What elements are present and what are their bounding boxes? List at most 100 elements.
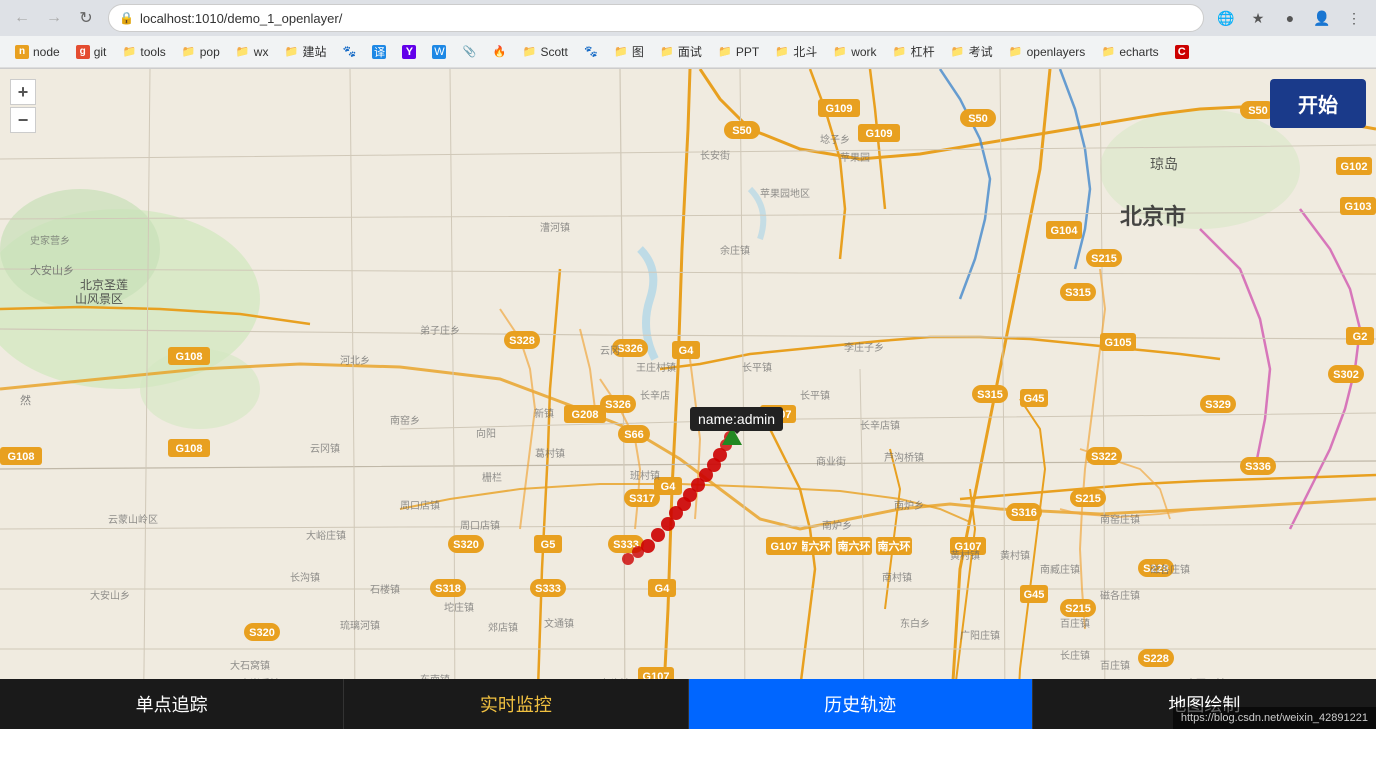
svg-text:然: 然 [20, 393, 31, 407]
svg-text:S50: S50 [1248, 105, 1268, 117]
folder-icon: 📁 [893, 45, 907, 59]
svg-text:商业街: 商业街 [816, 455, 846, 468]
tab-realtime-monitor[interactable]: 实时监控 [344, 679, 688, 729]
bookmark-kaoshi[interactable]: 📁 考试 [944, 40, 1000, 63]
folder-icon: 📁 [614, 45, 628, 59]
extensions-button[interactable]: ● [1276, 4, 1304, 32]
bookmark-label: tools [140, 45, 165, 59]
folder-icon: 📁 [522, 45, 536, 59]
bookmark-label: echarts [1119, 45, 1158, 59]
forward-button[interactable]: → [40, 4, 68, 32]
bookmark-gangan[interactable]: 📁 杠杆 [886, 40, 942, 63]
bookmark-label: openlayers [1027, 45, 1086, 59]
browser-chrome: ← → ↻ 🔒 localhost:1010/demo_1_openlayer/… [0, 0, 1376, 69]
tab-label: 单点追踪 [136, 691, 208, 717]
svg-text:S50: S50 [968, 113, 988, 125]
tab-label: 实时监控 [480, 691, 552, 717]
bookmark-wx[interactable]: 📁 wx [229, 42, 276, 62]
bookmark-fire[interactable]: 🔥 [485, 42, 513, 62]
bookmark-node[interactable]: n node [8, 42, 67, 62]
start-button[interactable]: 开始 [1270, 79, 1366, 128]
browser-actions: 🌐 ★ ● 👤 ⋮ [1212, 4, 1368, 32]
tab-single-track[interactable]: 单点追踪 [0, 679, 344, 729]
svg-text:长安街: 长安街 [700, 149, 730, 162]
lock-icon: 🔒 [119, 11, 134, 25]
bookmark-button[interactable]: ★ [1244, 4, 1272, 32]
zoom-out-button[interactable]: − [10, 107, 36, 133]
svg-text:G109: G109 [866, 128, 893, 140]
bookmark-pop[interactable]: 📁 pop [175, 42, 227, 62]
bookmark-openlayers[interactable]: 📁 openlayers [1002, 42, 1093, 62]
bookmark-echarts[interactable]: 📁 echarts [1094, 42, 1165, 62]
zoom-in-button[interactable]: + [10, 79, 36, 105]
git-icon: g [76, 45, 90, 59]
svg-text:南窑乡: 南窑乡 [390, 414, 420, 427]
bookmarks-bar: n node g git 📁 tools 📁 pop 📁 wx 📁 建站 🐾 译 [0, 36, 1376, 68]
bookmark-git[interactable]: g git [69, 42, 114, 62]
svg-text:南六环: 南六环 [798, 539, 831, 553]
bookmark-label: 建站 [302, 43, 326, 60]
bookmark-tu[interactable]: 📁 图 [607, 40, 651, 63]
bookmark-w[interactable]: W [425, 42, 453, 62]
bookmark-beidu[interactable]: 📁 北斗 [768, 40, 824, 63]
paw-icon2: 🐾 [584, 45, 598, 59]
tab-history-track[interactable]: 历史轨迹 [689, 679, 1033, 729]
svg-text:G108: G108 [8, 451, 35, 463]
refresh-button[interactable]: ↻ [72, 4, 100, 32]
folder-icon: 📁 [660, 45, 674, 59]
bookmark-work[interactable]: 📁 work [826, 42, 883, 62]
svg-text:郊店镇: 郊店镇 [488, 621, 518, 634]
svg-text:弟子庄乡: 弟子庄乡 [420, 324, 460, 337]
svg-text:S315: S315 [1065, 287, 1091, 299]
svg-text:S333: S333 [535, 583, 561, 595]
svg-text:南窑庄镇: 南窑庄镇 [1100, 513, 1140, 526]
bookmark-jianzhan[interactable]: 📁 建站 [277, 40, 333, 63]
svg-text:南六环: 南六环 [838, 539, 871, 553]
svg-text:南炉乡: 南炉乡 [894, 499, 924, 512]
bookmark-tools[interactable]: 📁 tools [115, 42, 172, 62]
svg-text:G4: G4 [655, 583, 671, 595]
folder-icon: 📁 [718, 45, 732, 59]
bookmark-mianshi[interactable]: 📁 面试 [653, 40, 709, 63]
bookmark-paw2[interactable]: 🐾 [577, 42, 605, 62]
folder-icon: 📁 [182, 45, 196, 59]
bookmark-yi[interactable]: 译 [365, 42, 393, 62]
svg-text:云蒙山岭区: 云蒙山岭区 [108, 513, 158, 526]
address-bar[interactable]: 🔒 localhost:1010/demo_1_openlayer/ [108, 4, 1204, 32]
account-button[interactable]: 👤 [1308, 4, 1336, 32]
menu-button[interactable]: ⋮ [1340, 4, 1368, 32]
bookmark-clip[interactable]: 📎 [455, 42, 483, 62]
svg-text:S50: S50 [732, 125, 752, 137]
node-icon: n [15, 45, 29, 59]
bookmark-ppt[interactable]: 📁 PPT [711, 42, 766, 62]
folder-icon: 📁 [122, 45, 136, 59]
svg-text:周口店镇: 周口店镇 [400, 499, 440, 512]
svg-text:大峪庄镇: 大峪庄镇 [306, 529, 346, 542]
svg-text:黄村镇: 黄村镇 [950, 549, 980, 562]
svg-text:百庄镇: 百庄镇 [1060, 617, 1090, 630]
url-text: localhost:1010/demo_1_openlayer/ [140, 11, 1193, 26]
svg-text:S316: S316 [1011, 507, 1037, 519]
svg-text:S215: S215 [1065, 603, 1091, 615]
folder-icon: 📁 [1009, 45, 1023, 59]
svg-text:S315: S315 [977, 389, 1003, 401]
bookmark-yahoo[interactable]: Y [395, 42, 423, 62]
bookmark-csdn[interactable]: C [1168, 42, 1196, 62]
folder-icon: 📁 [775, 45, 789, 59]
svg-text:S320: S320 [249, 627, 275, 639]
yi-icon: 译 [372, 45, 386, 59]
svg-text:大安山乡: 大安山乡 [90, 589, 130, 602]
map-svg: G109 G109 S50 S50 S50 G108 G108 G108 S32… [0, 69, 1376, 729]
svg-text:G103: G103 [1345, 201, 1372, 213]
map-tooltip: name:admin [690, 407, 783, 431]
svg-text:G4: G4 [661, 481, 677, 493]
bookmark-label: 北斗 [793, 43, 817, 60]
svg-text:S228: S228 [1143, 653, 1169, 665]
translate-button[interactable]: 🌐 [1212, 4, 1240, 32]
tab-label: 历史轨迹 [824, 691, 896, 717]
map-container[interactable]: G109 G109 S50 S50 S50 G108 G108 G108 S32… [0, 69, 1376, 729]
bookmark-paw[interactable]: 🐾 [335, 42, 363, 62]
status-bar: https://blog.csdn.net/weixin_42891221 [1173, 707, 1376, 729]
bookmark-scott[interactable]: 📁 Scott [515, 42, 574, 62]
back-button[interactable]: ← [8, 4, 36, 32]
